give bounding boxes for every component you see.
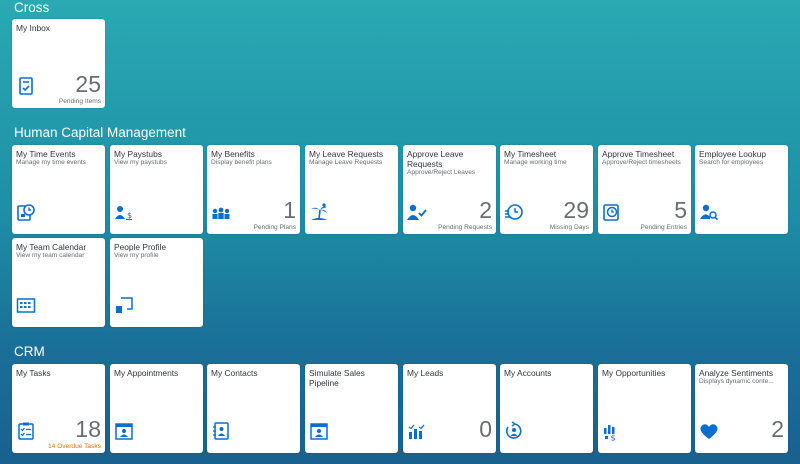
tile-subtitle: Approve/Reject timesheets [602,159,681,166]
tile-my-timesheet[interactable]: My Timesheet Manage working time 29 Missi… [500,145,593,234]
tile-count: 2 [479,197,492,223]
tile-title: My Appointments [114,368,179,378]
tile-title: My Time Events Manage my time events [16,149,102,167]
accounts-icon [504,421,524,441]
tile-my-leads[interactable]: My Leads 0 [403,364,496,453]
tile-title: My Benefits Display benefit plans [211,149,297,167]
tile-subtitle: View my paystubs [114,159,168,166]
tile-subtitle: Display benefit plans [211,159,272,166]
tile-title: Employee Lookup Search for employees [699,149,785,167]
tile-my-benefits[interactable]: My Benefits Display benefit plans 1 Pendi… [207,145,300,234]
svg-text:$: $ [127,211,132,220]
tile-title: My Leads [407,368,444,378]
tile-count: 25 [75,71,101,97]
people-profile-icon [114,295,134,315]
tile-subtitle: Approve/Reject Leaves [407,169,476,176]
tasks-icon [16,421,36,441]
tile-count: 0 [479,416,492,442]
group-title-cross: Cross [14,0,50,15]
tile-approve-timesheet[interactable]: Approve Timesheet Approve/Reject timeshee… [598,145,691,234]
tile-title: My Contacts [211,368,258,378]
tile-subtitle: View my profile [114,252,159,259]
tile-employee-lookup[interactable]: Employee Lookup Search for employees [695,145,788,234]
group-title-hcm: Human Capital Management [14,125,186,140]
tile-title: My Inbox [16,23,50,33]
timesheet-icon [504,202,524,222]
tile-my-team-calendar[interactable]: My Team Calendar View my team calendar [12,238,105,327]
tile-simulate-sales-pipeline[interactable]: Simulate Sales Pipeline [305,364,398,453]
approve-person-icon [407,202,427,222]
contacts-icon [211,421,231,441]
tile-my-inbox[interactable]: My Inbox 25 Pending Items [12,19,105,108]
tile-subtitle: Manage my time events [16,159,86,166]
tile-subtitle: Displays dynamic conte... [699,378,774,385]
tile-my-accounts[interactable]: My Accounts [500,364,593,453]
tile-title: My Timesheet Manage working time [504,149,590,167]
tile-my-leave-requests[interactable]: My Leave Requests Manage Leave Requests [305,145,398,234]
tile-title: My Team Calendar View my team calendar [16,242,102,260]
svg-text:$: $ [611,434,616,442]
tile-subtitle: Manage working time [504,159,567,166]
paystubs-icon: $ [114,202,134,222]
leads-icon [407,421,427,441]
tile-subtitle: Search for employees [699,159,764,166]
tile-footer: 14 Overdue Tasks [47,443,101,450]
tile-count: 18 [75,416,101,442]
tile-approve-leave-requests[interactable]: Approve Leave Requests Approve/Reject Lea… [403,145,496,234]
tile-subtitle: View my team calendar [16,252,85,259]
tile-count: 29 [563,197,589,223]
approve-timesheet-icon [602,202,622,222]
tile-count: 1 [283,197,296,223]
employee-lookup-icon [699,202,719,222]
tile-footer: Missing Days [549,224,589,231]
tile-title: Approve Timesheet Approve/Reject timeshee… [602,149,688,167]
tile-title: Analyze Sentiments Displays dynamic conte… [699,368,785,386]
tile-title: My Tasks [16,368,51,378]
benefits-icon [211,202,231,222]
tile-count: 5 [674,197,687,223]
tile-my-appointments[interactable]: My Appointments [110,364,203,453]
tile-people-profile[interactable]: People Profile View my profile [110,238,203,327]
tile-footer: Pending Requests [438,224,492,231]
tile-footer: Pending Items [58,98,101,105]
tile-title: My Opportunities [602,368,666,378]
tile-title: People Profile View my profile [114,242,200,260]
tile-my-opportunities[interactable]: My Opportunities $ [598,364,691,453]
tile-title: Simulate Sales Pipeline [309,368,365,388]
time-events-icon [16,202,36,222]
tile-subtitle: Manage Leave Requests [309,159,383,166]
tile-title: Approve Leave Requests Approve/Reject Lea… [407,149,493,177]
tile-footer: Pending Plans [253,224,296,231]
tile-my-paystubs[interactable]: My Paystubs View my paystubs $ [110,145,203,234]
tile-my-time-events[interactable]: My Time Events Manage my time events [12,145,105,234]
tile-my-tasks[interactable]: My Tasks 18 14 Overdue Tasks [12,364,105,453]
team-calendar-icon [16,295,36,315]
tile-title: My Accounts [504,368,552,378]
tile-analyze-sentiments[interactable]: Analyze Sentiments Displays dynamic conte… [695,364,788,453]
heart-icon [699,421,719,441]
group-title-crm: CRM [14,344,45,359]
tile-count: 2 [771,416,784,442]
tile-title: My Leave Requests Manage Leave Requests [309,149,395,167]
opportunities-icon: $ [602,421,622,441]
inbox-icon [16,76,36,96]
tile-footer: Pending Entries [640,224,687,231]
tile-my-contacts[interactable]: My Contacts [207,364,300,453]
tile-title: My Paystubs View my paystubs [114,149,200,167]
leave-icon [309,202,329,222]
pipeline-icon [309,421,329,441]
appointments-icon [114,421,134,441]
